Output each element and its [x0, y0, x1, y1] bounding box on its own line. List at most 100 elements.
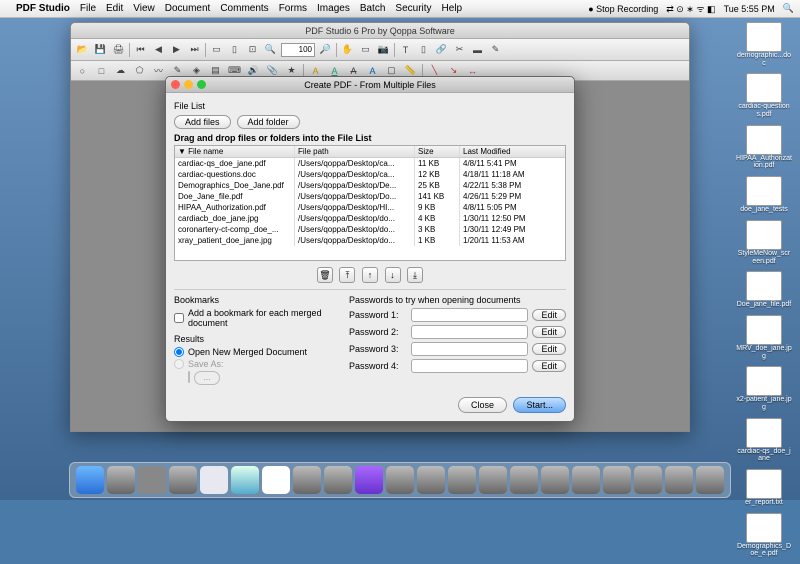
- polygon-icon[interactable]: ⬠: [132, 63, 147, 78]
- desktop-file[interactable]: x2-patient_jane.jpg: [736, 366, 792, 411]
- pw4-input[interactable]: [411, 359, 529, 373]
- desktop-file[interactable]: demographic...doc: [736, 22, 792, 67]
- zoom-input[interactable]: [281, 43, 315, 57]
- dock-app[interactable]: [138, 466, 166, 494]
- close-button[interactable]: Close: [458, 397, 507, 413]
- dock-app[interactable]: [417, 466, 445, 494]
- zoom-fit-icon[interactable]: ⊡: [245, 42, 260, 57]
- dock-app[interactable]: [293, 466, 321, 494]
- sign-icon[interactable]: ✎: [488, 42, 503, 57]
- print-icon[interactable]: 🖨: [111, 42, 126, 57]
- start-button[interactable]: Start...: [513, 397, 566, 413]
- dock-app[interactable]: [324, 466, 352, 494]
- desktop-file[interactable]: er_report.txt: [736, 469, 792, 507]
- move-top-button[interactable]: ⤒: [339, 267, 355, 283]
- col-size[interactable]: Size: [415, 146, 460, 157]
- dock-app[interactable]: [355, 466, 383, 494]
- dock-app[interactable]: [572, 466, 600, 494]
- col-modified[interactable]: Last Modified: [460, 146, 565, 157]
- col-filepath[interactable]: File path: [295, 146, 415, 157]
- menu-images[interactable]: Images: [317, 3, 350, 14]
- menu-document[interactable]: Document: [165, 3, 211, 14]
- menubar-extras[interactable]: ⇄ ⊙ ∗ ᯤ ◧: [666, 2, 715, 15]
- dock-app[interactable]: [200, 466, 228, 494]
- table-header[interactable]: ▼ File name File path Size Last Modified: [175, 146, 565, 158]
- menu-security[interactable]: Security: [395, 3, 431, 14]
- view-cont-icon[interactable]: ▯: [227, 42, 242, 57]
- last-page-icon[interactable]: ⏭: [187, 42, 202, 57]
- bookmark-checkbox[interactable]: [174, 313, 184, 323]
- desktop-file[interactable]: StyleMeNow_screen.pdf: [736, 220, 792, 265]
- dock-app[interactable]: [603, 466, 631, 494]
- table-row[interactable]: HIPAA_Authorization.pdf/Users/qoppa/Desk…: [175, 202, 565, 213]
- prev-page-icon[interactable]: ◀: [151, 42, 166, 57]
- menu-file[interactable]: File: [80, 3, 96, 14]
- menu-forms[interactable]: Forms: [279, 3, 307, 14]
- link-icon[interactable]: 🔗: [434, 42, 449, 57]
- move-bottom-button[interactable]: ⤓: [407, 267, 423, 283]
- clock[interactable]: Tue 5:55 PM: [724, 4, 775, 14]
- desktop-file[interactable]: cardiac-questions.pdf: [736, 73, 792, 118]
- table-row[interactable]: cardiac-questions.doc/Users/qoppa/Deskto…: [175, 169, 565, 180]
- save-as-radio[interactable]: [174, 359, 184, 369]
- zoom-icon[interactable]: [197, 80, 206, 89]
- table-row[interactable]: Doe_Jane_file.pdf/Users/qoppa/Desktop/Do…: [175, 191, 565, 202]
- pw1-input[interactable]: [411, 308, 529, 322]
- table-row[interactable]: Demographics_Doe_Jane.pdf/Users/qoppa/De…: [175, 180, 565, 191]
- dock-app[interactable]: [479, 466, 507, 494]
- menu-view[interactable]: View: [133, 3, 155, 14]
- app-name[interactable]: PDF Studio: [16, 3, 70, 14]
- spotlight-icon[interactable]: 🔍: [783, 3, 794, 14]
- pw2-input[interactable]: [411, 325, 529, 339]
- add-files-button[interactable]: Add files: [174, 115, 231, 129]
- dock-app[interactable]: [541, 466, 569, 494]
- hand-icon[interactable]: ✋: [340, 42, 355, 57]
- col-filename[interactable]: ▼ File name: [175, 146, 295, 157]
- dock-trash[interactable]: [696, 466, 724, 494]
- polyline-icon[interactable]: 〰: [151, 63, 166, 78]
- pw4-edit-button[interactable]: Edit: [532, 360, 566, 372]
- dock-app[interactable]: [634, 466, 662, 494]
- desktop-file[interactable]: doe_jane_tests: [736, 176, 792, 214]
- browse-button[interactable]: ...: [194, 371, 220, 385]
- text-tool-icon[interactable]: T: [398, 42, 413, 57]
- table-row[interactable]: cardiac-qs_doe_jane.pdf/Users/qoppa/Desk…: [175, 158, 565, 169]
- delete-button[interactable]: 🗑: [317, 267, 333, 283]
- zoom-in-icon[interactable]: 🔍: [263, 42, 278, 57]
- pw1-edit-button[interactable]: Edit: [532, 309, 566, 321]
- cloud-icon[interactable]: ☁: [113, 63, 128, 78]
- dock-app[interactable]: [510, 466, 538, 494]
- move-down-button[interactable]: ↓: [385, 267, 401, 283]
- pw2-edit-button[interactable]: Edit: [532, 326, 566, 338]
- menu-batch[interactable]: Batch: [360, 3, 386, 14]
- textbox-icon[interactable]: ▯: [416, 42, 431, 57]
- open-new-radio[interactable]: [174, 347, 184, 357]
- stop-recording[interactable]: ● Stop Recording: [588, 4, 658, 14]
- menu-comments[interactable]: Comments: [220, 3, 268, 14]
- desktop-file[interactable]: HIPAA_Authorization.pdf: [736, 125, 792, 170]
- dock-app[interactable]: [386, 466, 414, 494]
- square-icon[interactable]: □: [94, 63, 109, 78]
- zoom-out-icon[interactable]: 🔎: [318, 42, 333, 57]
- pw3-input[interactable]: [411, 342, 529, 356]
- redact-icon[interactable]: ▬: [470, 42, 485, 57]
- snapshot-icon[interactable]: 📷: [376, 42, 391, 57]
- desktop-file[interactable]: Demographics_Doe_e.pdf: [736, 513, 792, 558]
- move-up-button[interactable]: ↑: [362, 267, 378, 283]
- desktop-file[interactable]: cardiac-qs_doe_jane: [736, 418, 792, 463]
- dock-app[interactable]: [262, 466, 290, 494]
- table-row[interactable]: cardiacb_doe_jane.jpg/Users/qoppa/Deskto…: [175, 213, 565, 224]
- pw3-edit-button[interactable]: Edit: [532, 343, 566, 355]
- next-page-icon[interactable]: ▶: [169, 42, 184, 57]
- menu-edit[interactable]: Edit: [106, 3, 123, 14]
- menu-help[interactable]: Help: [442, 3, 463, 14]
- table-row[interactable]: xray_patient_doe_jane.jpg/Users/qoppa/De…: [175, 235, 565, 246]
- desktop-file[interactable]: MRV_doe_jane.jpg: [736, 315, 792, 360]
- dock-app[interactable]: [448, 466, 476, 494]
- dock-finder[interactable]: [76, 466, 104, 494]
- minimize-icon[interactable]: [184, 80, 193, 89]
- dock-app[interactable]: [169, 466, 197, 494]
- circle-icon[interactable]: ○: [75, 63, 90, 78]
- open-icon[interactable]: 📂: [75, 42, 90, 57]
- table-row[interactable]: coronartery-ct-comp_doe_.../Users/qoppa/…: [175, 224, 565, 235]
